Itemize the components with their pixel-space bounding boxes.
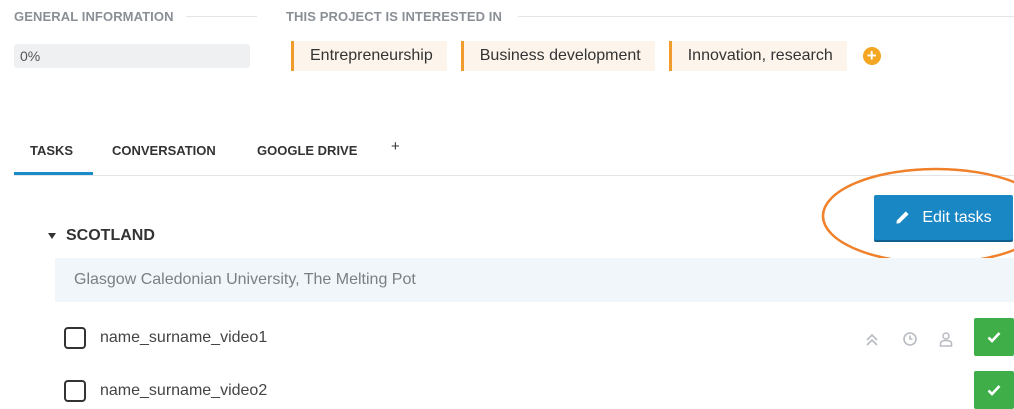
interest-tag[interactable]: Business development [460, 41, 655, 71]
interest-tag[interactable]: Entrepreneurship [291, 41, 447, 71]
caret-down-icon [48, 233, 56, 239]
user-icon[interactable] [938, 331, 954, 347]
general-information-heading: GENERAL INFORMATION [14, 9, 174, 24]
clock-icon[interactable] [902, 331, 918, 347]
tab-tasks[interactable]: TASKS [14, 135, 93, 175]
add-tab-button[interactable]: + [391, 135, 400, 175]
complete-task-button[interactable] [974, 318, 1014, 356]
region-toggle[interactable]: SCOTLAND [48, 227, 155, 245]
interest-list: Entrepreneurship Business development In… [291, 41, 881, 71]
task-row: name_surname_video2 [64, 378, 1014, 404]
edit-tasks-label: Edit tasks [922, 208, 992, 226]
progress-bar: 0% [14, 44, 250, 68]
check-icon [987, 385, 1001, 396]
heading-divider [518, 16, 1014, 17]
interests-heading: THIS PROJECT IS INTERESTED IN [286, 9, 502, 24]
task-label: name_surname_video1 [100, 329, 268, 346]
edit-tasks-button[interactable]: Edit tasks [874, 195, 1013, 240]
plus-circle-icon[interactable]: + [862, 47, 881, 65]
tab-conversation[interactable]: CONVERSATION [112, 135, 216, 175]
task-checkbox[interactable] [64, 380, 86, 402]
check-icon [987, 332, 1001, 343]
location-bar: Glasgow Caledonian University, The Melti… [55, 258, 1014, 302]
priority-up-icon[interactable] [864, 331, 880, 347]
interest-tag[interactable]: Innovation, research [668, 41, 847, 71]
tab-bar: TASKS CONVERSATION GOOGLE DRIVE + [14, 135, 1014, 176]
pencil-icon [896, 211, 909, 224]
heading-divider [186, 16, 257, 17]
task-label: name_surname_video2 [100, 382, 268, 399]
tab-google-drive[interactable]: GOOGLE DRIVE [257, 135, 357, 175]
progress-value: 0% [20, 48, 41, 64]
region-title: SCOTLAND [66, 227, 155, 244]
complete-task-button[interactable] [974, 371, 1014, 409]
task-checkbox[interactable] [64, 327, 86, 349]
